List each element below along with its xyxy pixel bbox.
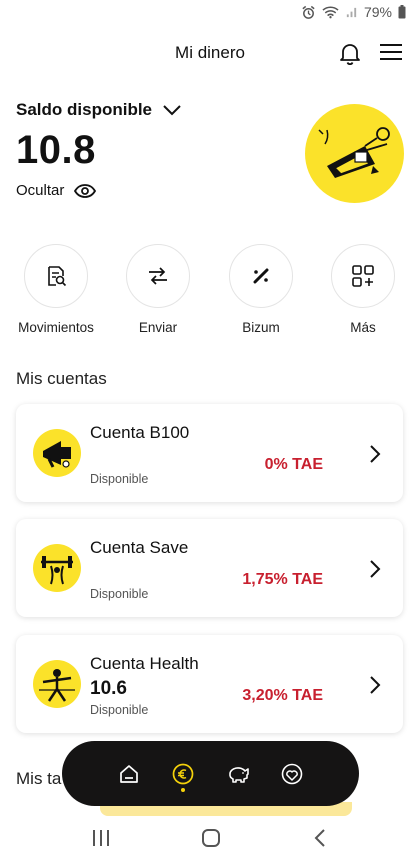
account-avatar-save [33, 544, 81, 592]
grid-plus-icon [352, 265, 374, 287]
balance-amount: 10.8 [16, 128, 96, 172]
alarm-icon [302, 5, 315, 19]
active-indicator [181, 787, 186, 792]
balance-label: Saldo disponible [16, 100, 153, 119]
chevron-down-icon [163, 105, 181, 116]
next-section-title: Mis ta [16, 769, 62, 788]
accounts-section-title: Mis cuentas [16, 369, 107, 388]
action-label-bizum: Bizum [242, 320, 280, 335]
bizum-icon [253, 268, 269, 284]
balance-selector[interactable]: Saldo disponible [16, 100, 182, 120]
account-available-label: Disponible [90, 703, 149, 717]
status-bar: 79% [0, 0, 420, 26]
action-enviar[interactable]: Enviar [108, 244, 208, 335]
account-tae: 1,75% TAE [242, 571, 323, 588]
battery-icon [398, 5, 406, 19]
wifi-icon [322, 6, 339, 19]
nav-money[interactable] [163, 754, 203, 794]
account-card-b100[interactable]: Cuenta B100 Disponible 0% TAE [16, 404, 403, 502]
account-name: Cuenta Health [90, 654, 199, 673]
system-navigation-bar [0, 818, 420, 863]
quick-actions: Movimientos Enviar Bizum Más [0, 244, 420, 344]
action-label-enviar: Enviar [138, 320, 178, 335]
chevron-right-icon [370, 445, 381, 463]
account-avatar-b100 [33, 429, 81, 477]
chevron-right-icon [370, 676, 381, 694]
battery-percent: 79% [363, 4, 392, 20]
piggy-bank-icon [228, 766, 249, 783]
account-name: Cuenta Save [90, 538, 189, 557]
action-bizum[interactable]: Bizum [211, 244, 311, 335]
euro-icon [173, 763, 194, 784]
nav-savings[interactable] [218, 754, 258, 794]
action-mas[interactable]: Más [313, 244, 413, 335]
bell-icon[interactable] [339, 41, 361, 65]
account-name: Cuenta B100 [90, 423, 190, 442]
back-icon[interactable] [313, 828, 327, 848]
bottom-navigation [62, 741, 359, 806]
home-icon [120, 764, 138, 783]
home-button-icon[interactable] [201, 828, 221, 848]
account-avatar-health [33, 660, 81, 708]
account-card-health[interactable]: Cuenta Health 10.6 Disponible 3,20% TAE [16, 635, 403, 733]
hide-balance-toggle[interactable]: Ocultar [16, 182, 97, 199]
account-card-save[interactable]: Cuenta Save Disponible 1,75% TAE [16, 519, 403, 617]
recent-apps-icon[interactable] [92, 828, 110, 848]
eye-icon [74, 183, 97, 198]
signal-icon [346, 7, 357, 17]
action-label-mas: Más [350, 320, 376, 335]
nav-health[interactable] [272, 754, 312, 794]
account-available-label: Disponible [90, 587, 149, 601]
heart-globe-icon [281, 763, 303, 784]
chevron-right-icon [370, 560, 381, 578]
account-amount: 10.6 [90, 678, 127, 699]
account-tae: 3,20% TAE [242, 687, 323, 704]
top-header: Mi dinero [0, 30, 420, 76]
action-label-movimientos: Movimientos [18, 320, 94, 335]
transfer-arrows-icon [149, 267, 167, 285]
account-tae: 0% TAE [264, 456, 323, 473]
document-search-icon [48, 266, 67, 287]
hamburger-menu-icon[interactable] [379, 43, 403, 61]
account-available-label: Disponible [90, 472, 149, 486]
hero-illustration [305, 104, 404, 203]
hide-balance-label: Ocultar [16, 182, 65, 199]
action-movimientos[interactable]: Movimientos [6, 244, 106, 335]
nav-home[interactable] [109, 754, 149, 794]
